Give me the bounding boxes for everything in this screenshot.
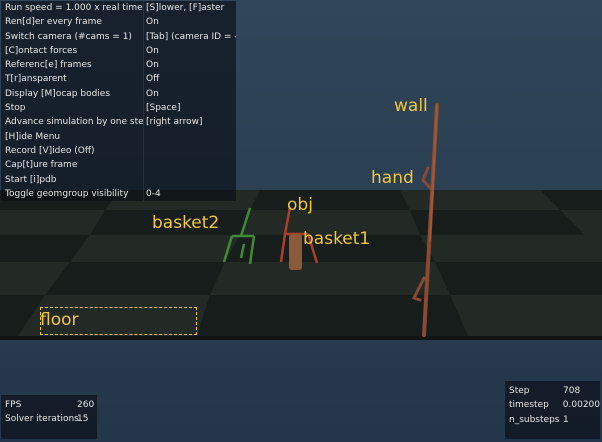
help-menu-rows: Run speed = 1.000 x real time [S]lower, [… [1, 1, 236, 202]
help-menu-row: Toggle geomgroup visibility 0-4 [1, 186, 236, 202]
help-menu-row: [C]ontact forces On [1, 43, 236, 59]
substeps-label: n_substeps [509, 414, 560, 425]
help-menu-key: Advance simulation by one step [5, 117, 143, 128]
help-menu-value [143, 158, 236, 173]
wall-label: wall [394, 96, 428, 116]
help-menu-value [143, 129, 236, 144]
help-menu-key: Display [M]ocap bodies [5, 88, 111, 99]
help-menu-key: [C]ontact forces [5, 45, 78, 56]
help-menu-key: Start [i]pdb [5, 174, 57, 185]
fps-label: FPS [5, 400, 22, 410]
help-menu-key: Ren[d]er every frame [5, 17, 102, 28]
help-menu-key: Run speed = 1.000 x real time [5, 3, 143, 13]
help-menu-key: Stop [5, 103, 26, 114]
substeps-row: n_substeps 1 [505, 413, 600, 427]
solver-iterations-label: Solver iterations [5, 414, 79, 425]
help-menu-row: Ren[d]er every frame On [1, 15, 236, 30]
basket2-label: basket2 [152, 213, 220, 233]
floor-label: floor [40, 310, 79, 330]
substeps-value: 1 [563, 414, 569, 425]
help-menu-value: Off [143, 72, 236, 87]
step-row: Step 708 [505, 384, 600, 398]
help-menu-key: Switch camera (#cams = 1) [5, 31, 132, 42]
help-menu-value [143, 143, 236, 159]
help-menu-key: Record [V]ideo (Off) [5, 145, 95, 156]
help-menu-key: Cap[t]ure frame [5, 160, 78, 171]
timestep-value: 0.00200 [562, 400, 600, 411]
help-menu-value [143, 172, 236, 187]
fps-value: 260 [77, 400, 95, 410]
help-menu-value: On [143, 43, 236, 59]
help-menu-row: Switch camera (#cams = 1) [Tab] (camera I… [1, 29, 236, 44]
step-label: Step [509, 386, 530, 396]
help-menu-row: Run speed = 1.000 x real time [S]lower, [… [1, 1, 236, 16]
help-menu-key: T[r]ansparent [5, 74, 67, 85]
help-menu-row: T[r]ansparent Off [1, 72, 236, 87]
step-info-panel: Step 708 timestep 0.00200 n_substeps 1 [505, 381, 600, 439]
help-menu-key: Toggle geomgroup visibility [5, 188, 129, 199]
help-menu-row: Advance simulation by one step [right arr… [1, 115, 236, 130]
hand-label: hand [371, 168, 414, 188]
fps-row: FPS 260 [1, 398, 97, 412]
obj-object [289, 234, 302, 270]
timestep-label: timestep [509, 400, 549, 411]
help-menu-row: [H]ide Menu [1, 129, 236, 144]
solver-iterations-row: Solver iterations 15 [1, 412, 97, 426]
help-menu-row: Referenc[e] frames On [1, 58, 236, 73]
help-menu-row: Stop [Space] [1, 101, 236, 116]
help-menu-key: Referenc[e] frames [5, 60, 92, 71]
help-menu-panel: Run speed = 1.000 x real time [S]lower, [… [1, 1, 236, 202]
help-menu-value: On [143, 15, 236, 30]
help-menu-value: 0-4 [143, 186, 236, 202]
timestep-row: timestep 0.00200 [505, 398, 600, 412]
fps-panel: FPS 260 Solver iterations 15 [1, 395, 97, 439]
step-value: 708 [563, 386, 581, 396]
help-menu-row: Start [i]pdb [1, 172, 236, 187]
help-menu-row: Cap[t]ure frame [1, 158, 236, 173]
help-menu-value: On [143, 86, 236, 102]
help-menu-value: [right arrow] [143, 115, 236, 130]
help-menu-row: Display [M]ocap bodies On [1, 86, 236, 102]
help-menu-value: On [143, 58, 236, 73]
obj-label: obj [287, 195, 313, 215]
solver-iterations-value: 15 [77, 414, 89, 425]
basket1-label: basket1 [303, 229, 371, 249]
help-menu-value: [S]lower, [F]aster [143, 1, 236, 16]
help-menu-row: Record [V]ideo (Off) [1, 143, 236, 159]
floor-edge [0, 336, 602, 340]
help-menu-key: [H]ide Menu [5, 131, 61, 142]
help-menu-value: [Tab] (camera ID = -1) [143, 29, 236, 44]
help-menu-value: [Space] [143, 101, 236, 116]
